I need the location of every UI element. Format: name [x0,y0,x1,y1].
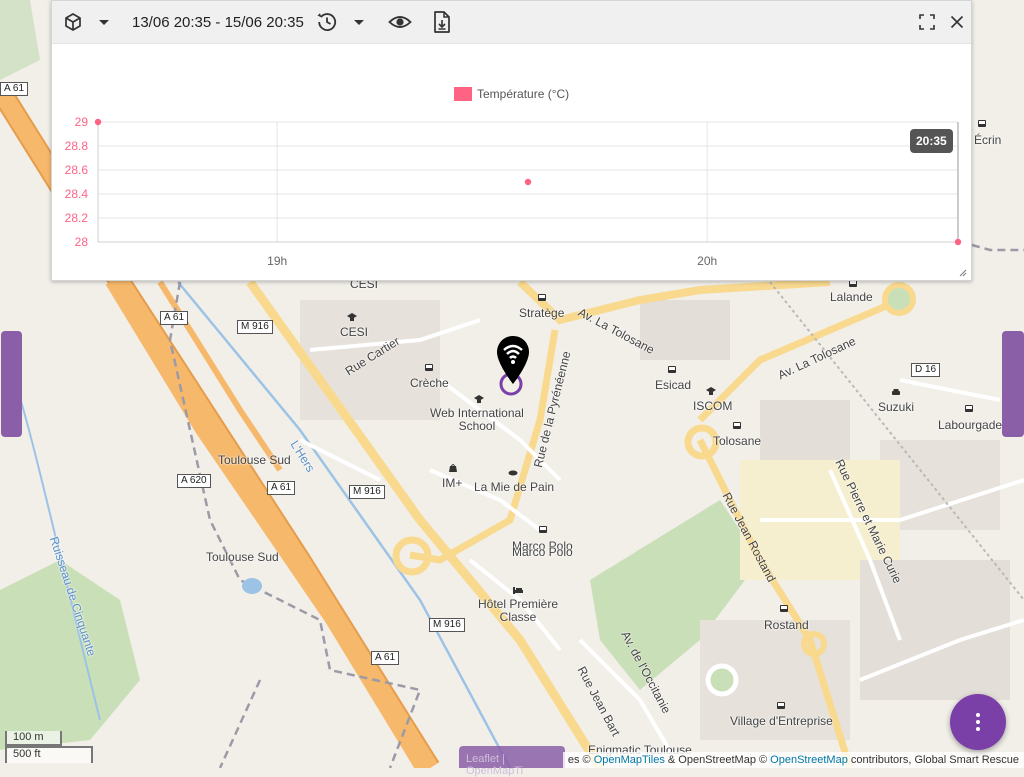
bus-stop-icon [965,405,973,412]
chevron-down-icon [354,20,364,25]
y-tick-label: 28.2 [65,211,89,225]
road-shield: A 61 [0,82,29,96]
bus-stop-icon [978,120,986,127]
data-point [94,118,102,126]
label-toulouse-sud-1: Toulouse Sud [218,453,291,467]
attribution-suffix: contributors, Global Smart Rescue [847,754,1019,766]
openstreetmap-link[interactable]: OpenStreetMap [770,754,848,766]
fullscreen-button[interactable] [915,10,939,34]
chart-tooltip: 20:35 [910,129,953,153]
leaflet-attribution-link[interactable]: Leaflet | OpenMapTi [466,753,565,777]
label-ecrin: Écrin [974,133,1002,147]
label-esicad: Esicad [655,378,692,392]
car-dealer-icon [892,389,900,395]
bus-stop-icon [538,294,546,301]
bottom-panel-tab[interactable]: Leaflet | OpenMapTi [459,746,565,777]
more-vert-icon [976,713,980,731]
eye-icon [388,16,412,28]
legend-swatch [454,87,472,101]
school-icon [474,395,484,403]
school-icon [347,313,357,321]
date-range[interactable]: 13/06 20:35 - 15/06 20:35 [132,14,304,31]
legend-label: Température (°C) [477,87,570,101]
road-shield: A 61 [160,311,189,325]
export-button[interactable] [430,10,454,34]
label-cesi: CESI [340,325,369,339]
label-iscom: ISCOM [693,399,733,413]
bus-stop-icon [539,526,547,533]
x-tick-label: 19h [267,254,287,268]
label-rostand: Rostand [764,618,809,632]
model-dropdown-button[interactable] [92,10,116,34]
visibility-button[interactable] [388,10,412,34]
label-web-school: Web International School [430,406,524,433]
data-point [524,178,532,186]
hotel-icon [513,587,523,594]
chart-panel: 13/06 20:35 - 15/06 20:35 Température (°… [51,0,972,281]
file-download-icon [434,11,450,33]
label-strategie: Stratège [519,306,565,320]
y-tick-label: 28.8 [65,139,89,153]
panel-toolbar: 13/06 20:35 - 15/06 20:35 [52,1,971,44]
bus-stop-icon [733,422,741,429]
bakery-icon [508,470,518,476]
attribution-prefix: es © [567,754,594,766]
label-hotel: Hôtel Première Classe [478,597,559,624]
scale-imperial: 500 ft [5,746,93,763]
label-lalande: Lalande [830,290,873,304]
history-button[interactable] [315,10,339,34]
map-attribution: es © OpenMapTiles & OpenStreetMap © Open… [562,752,1024,768]
road-shield: M 916 [237,320,273,334]
bus-stop-icon [668,366,676,373]
scale-metric: 100 m [5,731,62,746]
resize-handle-icon[interactable] [959,269,967,277]
label-creche: Crèche [410,376,449,390]
road-shield: M 916 [349,485,385,499]
label-marco-polo-2: Marco Polo [512,545,573,559]
right-panel-tab[interactable] [1002,331,1024,437]
road-shield: M 916 [429,618,465,632]
label-im-plus: IM+ [442,476,463,490]
left-panel-tab[interactable] [1,331,22,437]
label-toulouse-sud-2: Toulouse Sud [206,550,279,564]
y-tick-label: 28 [75,235,89,249]
attribution-mid: & OpenStreetMap © [664,754,771,766]
bus-stop-icon [425,364,433,371]
road-shield: A 61 [267,481,296,495]
bus-stop-icon [780,605,788,612]
fullscreen-icon [919,14,935,30]
road-shield: A 61 [371,651,400,665]
road-shield: A 620 [177,474,211,488]
y-tick-label: 28.4 [65,187,89,201]
label-tolosane: Tolosane [713,434,762,448]
cube-icon [65,13,81,31]
label-suzuki: Suzuki [878,400,915,414]
data-point [954,238,962,246]
y-tick-label: 29 [75,115,89,129]
bus-stop-icon [777,702,785,709]
shop-icon [449,464,457,472]
road-shield: D 16 [911,363,941,377]
y-tick-label: 28.6 [65,163,89,177]
school-icon [706,387,716,395]
label-village: Village d'Entreprise [730,714,833,728]
cube-button[interactable] [61,10,85,34]
x-tick-label: 20h [697,254,717,268]
label-labourgade: Labourgade [938,418,1003,432]
close-button[interactable] [945,10,969,34]
chart-legend[interactable]: Température (°C) [454,87,569,101]
temperature-chart: 29 28.8 28.6 28.4 28.2 28 19h 20h [65,115,962,268]
close-icon [950,15,964,29]
chevron-down-icon [99,20,109,25]
openmaptiles-link[interactable]: OpenMapTiles [594,754,665,766]
device-marker-icon[interactable] [495,334,531,386]
label-mie-de-pain: La Mie de Pain [474,480,555,494]
more-actions-button[interactable] [950,694,1006,750]
history-icon [317,13,337,31]
history-dropdown-button[interactable] [347,10,371,34]
